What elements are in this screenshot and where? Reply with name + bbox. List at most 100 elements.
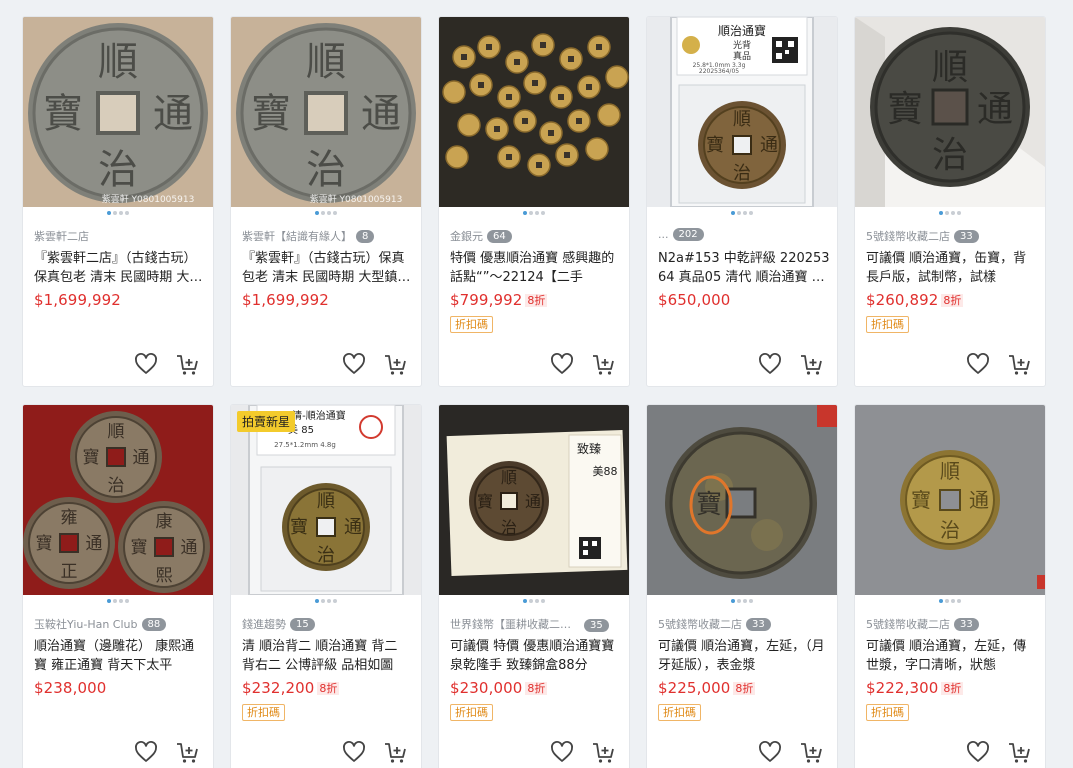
- add-to-cart-icon[interactable]: [591, 739, 617, 765]
- svg-text:治: 治: [932, 135, 968, 176]
- product-card[interactable]: 金銀元 64 特價 優惠順治通寶 感興趣的話點“”～22124【二手 $799,9…: [438, 16, 630, 387]
- discount-tag: 8折: [525, 294, 548, 307]
- coupon-tag[interactable]: 折扣碼: [866, 316, 909, 333]
- add-to-cart-icon[interactable]: [1007, 739, 1033, 765]
- add-to-cart-icon[interactable]: [383, 351, 409, 377]
- shop-name[interactable]: 世界錢幣【噩耕收藏二店】 35: [450, 616, 622, 632]
- product-card[interactable]: 順 通 治 寶 紫雲軒 Y0801005913 紫雲軒二店 『紫雲軒二店』（古錢…: [22, 16, 214, 387]
- shop-name[interactable]: ... 202: [658, 228, 830, 244]
- product-image[interactable]: 順 通 治 寶: [855, 17, 1045, 207]
- heart-icon[interactable]: [549, 739, 575, 765]
- product-image[interactable]: 清-順治通寶 美 85 27.5*1.2mm 4.8g 順 通 治 寶 拍賣新星: [231, 405, 421, 595]
- shop-name[interactable]: 5號錢幣收藏二店 33: [866, 616, 1038, 632]
- product-image[interactable]: 順 通 治 寶 紫雲軒 Y0801005913: [231, 17, 421, 207]
- product-image[interactable]: 順 通 治 寶: [855, 405, 1045, 595]
- heart-icon[interactable]: [757, 739, 783, 765]
- shop-name[interactable]: 5號錢幣收藏二店 33: [866, 228, 1038, 244]
- add-to-cart-icon[interactable]: [591, 351, 617, 377]
- product-image[interactable]: 順治通寶 光背 真品 25.8*1.0mm 3.3g 22025364/05 順…: [647, 17, 837, 207]
- product-title[interactable]: 『紫雲軒二店』（古錢古玩）保真包老 清末 民國時期 大型鎮庫錢 順治通寶: [34, 249, 206, 287]
- product-title[interactable]: N2a#153 中乾評級 22025364 真品05 清代 順治通寶 光背: [658, 249, 830, 287]
- product-image[interactable]: 順 通 治 寶 紫雲軒 Y0801005913: [23, 17, 213, 207]
- svg-text:順: 順: [317, 491, 335, 512]
- product-image[interactable]: 致臻 美88 順 通 治 寶: [439, 405, 629, 595]
- add-to-cart-icon[interactable]: [1007, 351, 1033, 377]
- shop-name[interactable]: 金銀元 64: [450, 228, 622, 244]
- product-title[interactable]: 『紫雲軒』（古錢古玩）保真包老 清末 民國時期 大型鎮庫錢 順治通寶: [242, 249, 414, 287]
- product-title[interactable]: 清 順治背二 順治通寶 背二 背右二 公博評級 品相如圖: [242, 637, 414, 675]
- coin-photo: 順治通寶 光背 真品 25.8*1.0mm 3.3g 22025364/05 順…: [647, 17, 837, 207]
- product-title[interactable]: 特價 優惠順治通寶 感興趣的話點“”～22124【二手: [450, 249, 622, 287]
- price-row: $1,699,992: [242, 290, 329, 310]
- add-to-cart-icon[interactable]: [799, 351, 825, 377]
- image-pager[interactable]: [23, 210, 213, 218]
- coupon-tag[interactable]: 折扣碼: [242, 704, 285, 721]
- image-pager[interactable]: [855, 210, 1045, 218]
- svg-text:通: 通: [153, 91, 193, 137]
- price: $260,892: [866, 291, 939, 309]
- add-to-cart-icon[interactable]: [175, 351, 201, 377]
- product-card[interactable]: 順治通寶 光背 真品 25.8*1.0mm 3.3g 22025364/05 順…: [646, 16, 838, 387]
- product-title[interactable]: 可議價 特價 優惠順治通寶寶泉乾隆手 致臻錦盒88分: [450, 637, 622, 675]
- shop-name[interactable]: 紫雲軒【結識有緣人】 8: [242, 228, 414, 244]
- coupon-tag[interactable]: 折扣碼: [450, 704, 493, 721]
- product-card[interactable]: 順 通 治 寶 5號錢幣收藏二店 33 可議價 順治通寶，缶寶，背長戶版，試制幣，…: [854, 16, 1046, 387]
- heart-icon[interactable]: [341, 739, 367, 765]
- product-title[interactable]: 可議價 順治通寶，左延，傳世漿，字口清晰，狀態: [866, 637, 1038, 675]
- discount-tag: 8折: [525, 682, 548, 695]
- discount-tag: 8折: [941, 294, 964, 307]
- svg-text:寶: 寶: [477, 492, 493, 511]
- product-title[interactable]: 可議價 順治通寶，缶寶，背長戶版，試制幣，試樣: [866, 249, 1038, 287]
- heart-icon[interactable]: [133, 739, 159, 765]
- product-image[interactable]: [439, 17, 629, 207]
- svg-text:順: 順: [733, 109, 751, 130]
- coupon-tag[interactable]: 折扣碼: [450, 316, 493, 333]
- product-card[interactable]: 順 通 治 寶 5號錢幣收藏二店 33 可議價 順治通寶，左延，傳世漿，字口清晰，…: [854, 404, 1046, 768]
- shop-count-badge: 15: [290, 618, 315, 631]
- shop-name[interactable]: 紫雲軒二店: [34, 228, 206, 244]
- product-card[interactable]: 順 通 治 寶 雍 通 正 寶 康 通 熙 寶 玉鞍社Yiu-Han Club 8…: [22, 404, 214, 768]
- svg-text:通: 通: [181, 538, 198, 558]
- coin-photo: 清-順治通寶 美 85 27.5*1.2mm 4.8g 順 通 治 寶: [231, 405, 421, 595]
- image-pager[interactable]: [231, 598, 421, 606]
- heart-icon[interactable]: [133, 351, 159, 377]
- product-card[interactable]: 順 通 治 寶 紫雲軒 Y0801005913 紫雲軒【結識有緣人】 8 『紫雲軒…: [230, 16, 422, 387]
- svg-text:通: 通: [525, 492, 541, 511]
- price: $230,000: [450, 679, 523, 697]
- image-pager[interactable]: [439, 210, 629, 218]
- image-pager[interactable]: [855, 598, 1045, 606]
- coin-photo: 順 通 治 寶: [855, 17, 1045, 207]
- shop-count-badge: 33: [954, 230, 979, 243]
- product-image[interactable]: 順 通 治 寶 雍 通 正 寶 康 通 熙 寶: [23, 405, 213, 595]
- heart-icon[interactable]: [341, 351, 367, 377]
- product-title[interactable]: 順治通寶（邊雕花） 康熙通寶 雍正通寶 背天下太平: [34, 637, 206, 675]
- add-to-cart-icon[interactable]: [383, 739, 409, 765]
- image-pager[interactable]: [23, 598, 213, 606]
- shop-name[interactable]: 玉鞍社Yiu-Han Club 88: [34, 616, 206, 632]
- heart-icon[interactable]: [965, 739, 991, 765]
- image-pager[interactable]: [647, 598, 837, 606]
- coupon-tag[interactable]: 折扣碼: [866, 704, 909, 721]
- image-pager[interactable]: [647, 210, 837, 218]
- image-pager[interactable]: [439, 598, 629, 606]
- add-to-cart-icon[interactable]: [799, 739, 825, 765]
- heart-icon[interactable]: [549, 351, 575, 377]
- coin-photo: 順 通 治 寶 雍 通 正 寶 康 通 熙 寶: [23, 405, 213, 595]
- product-card[interactable]: 寶 5號錢幣收藏二店 33 可議價 順治通寶，左延，（月牙延版），表金漿 $225…: [646, 404, 838, 768]
- heart-icon[interactable]: [965, 351, 991, 377]
- heart-icon[interactable]: [757, 351, 783, 377]
- price-row: $1,699,992: [34, 290, 121, 310]
- image-pager[interactable]: [231, 210, 421, 218]
- shop-name[interactable]: 錢進趨勢 15: [242, 616, 414, 632]
- price: $222,300: [866, 679, 939, 697]
- svg-text:康: 康: [156, 512, 173, 532]
- product-card[interactable]: 清-順治通寶 美 85 27.5*1.2mm 4.8g 順 通 治 寶 拍賣新星…: [230, 404, 422, 768]
- add-to-cart-icon[interactable]: [175, 739, 201, 765]
- svg-text:寶: 寶: [887, 89, 923, 130]
- shop-name[interactable]: 5號錢幣收藏二店 33: [658, 616, 830, 632]
- coupon-tag[interactable]: 折扣碼: [658, 704, 701, 721]
- product-card[interactable]: 致臻 美88 順 通 治 寶 世界錢幣【噩耕收藏二店】 35 可議價 特價 優惠順…: [438, 404, 630, 768]
- price-row: $260,892 8折: [866, 290, 964, 310]
- product-title[interactable]: 可議價 順治通寶，左延，（月牙延版），表金漿: [658, 637, 830, 675]
- product-image[interactable]: 寶: [647, 405, 837, 595]
